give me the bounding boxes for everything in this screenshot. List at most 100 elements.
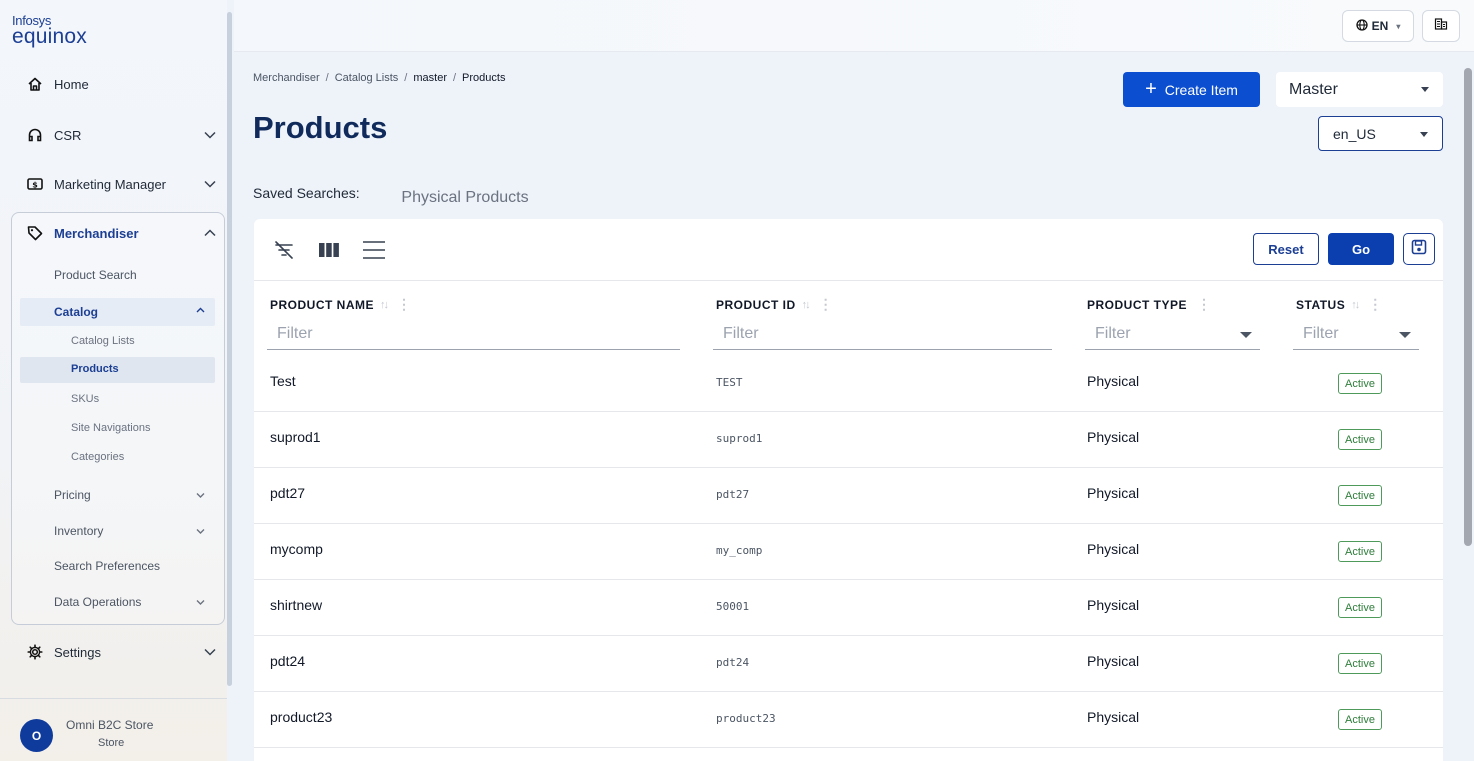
caret-down-icon <box>1421 87 1429 92</box>
breadcrumb-master[interactable]: master <box>413 72 447 84</box>
sidebar-sub-data-operations[interactable]: Data Operations <box>54 595 141 609</box>
infosys-equinox-logo[interactable]: Infosys equinox <box>12 14 87 47</box>
table-row[interactable]: Test TEST Physical Active <box>254 356 1443 412</box>
save-search-button[interactable] <box>1403 233 1435 265</box>
column-title: PRODUCT NAME <box>270 297 374 312</box>
cell-product-name[interactable]: product23 <box>270 709 332 725</box>
column-header-product-id[interactable]: PRODUCT ID ↑↓ ⋮ <box>716 296 833 313</box>
sidebar-footer-divider <box>0 698 227 699</box>
store-name[interactable]: Omni B2C Store <box>66 718 153 732</box>
cell-product-name[interactable]: Test <box>270 373 296 389</box>
status-badge: Active <box>1338 541 1382 562</box>
status-badge: Active <box>1338 597 1382 618</box>
cell-product-type: Physical <box>1087 485 1140 501</box>
filter-product-type[interactable]: Filter <box>1085 319 1260 350</box>
breadcrumb: Merchandiser / Catalog Lists / master / Produc… <box>253 72 506 84</box>
table-row[interactable]: suprod1 suprod1 Physical Active <box>254 412 1443 468</box>
sidebar-item-label: Home <box>54 76 89 92</box>
go-button[interactable]: Go <box>1328 233 1394 265</box>
catalog-select-value: Master <box>1289 80 1338 98</box>
locale-select[interactable]: en_US <box>1318 116 1443 151</box>
chevron-down-icon <box>196 526 205 537</box>
chevron-down-icon <box>198 131 222 139</box>
sidebar-sub-products[interactable]: Products <box>71 363 119 375</box>
cell-product-type: Physical <box>1087 541 1140 557</box>
cell-product-type: Physical <box>1087 429 1140 445</box>
density-icon[interactable] <box>361 237 387 263</box>
home-icon <box>24 73 46 95</box>
column-menu-icon[interactable]: ⋮ <box>397 296 412 313</box>
cell-product-type: Physical <box>1087 709 1140 725</box>
sidebar-scrollbar[interactable] <box>227 8 233 690</box>
cell-product-name[interactable]: pdt24 <box>270 653 305 669</box>
saved-search-physical-products[interactable]: Physical Products <box>383 178 547 218</box>
table-row[interactable]: pdt27 pdt27 Physical Active <box>254 468 1443 524</box>
column-menu-icon[interactable]: ⋮ <box>1197 296 1212 313</box>
caret-down-icon <box>1240 332 1252 338</box>
toolbar-divider <box>254 280 1443 281</box>
cell-product-id: pdt27 <box>716 488 750 501</box>
filter-status[interactable]: Filter <box>1293 319 1419 350</box>
language-button[interactable]: EN ▾ <box>1342 10 1414 42</box>
sort-icon[interactable]: ↑↓ <box>380 299 389 311</box>
sort-icon[interactable]: ↑↓ <box>802 299 811 311</box>
create-item-button[interactable]: + Create Item <box>1123 72 1260 107</box>
cell-product-name[interactable]: suprod1 <box>270 429 321 445</box>
reset-button[interactable]: Reset <box>1253 233 1319 265</box>
columns-icon[interactable] <box>316 237 342 263</box>
cell-product-type: Physical <box>1087 597 1140 613</box>
sidebar-sub-search-preferences[interactable]: Search Preferences <box>54 559 160 573</box>
cell-product-id: my_comp <box>716 544 763 557</box>
clear-filter-icon[interactable] <box>271 237 297 263</box>
table-row[interactable]: shirtnew 50001 Physical Active <box>254 580 1443 636</box>
column-menu-icon[interactable]: ⋮ <box>1368 296 1383 313</box>
chevron-down-icon <box>198 648 222 656</box>
sidebar-item-merchandiser[interactable]: Merchandiser <box>10 213 224 253</box>
column-header-product-name[interactable]: PRODUCT NAME ↑↓ ⋮ <box>270 296 412 313</box>
create-item-label: Create Item <box>1164 81 1238 98</box>
sidebar-item-label: Marketing Manager <box>54 176 166 192</box>
sort-icon[interactable]: ↑↓ <box>1351 299 1360 311</box>
chevron-down-icon <box>196 597 205 608</box>
cell-product-name[interactable]: mycomp <box>270 541 323 557</box>
sidebar-item-marketing-manager[interactable]: $ Marketing Manager <box>10 164 224 204</box>
cell-product-name[interactable]: pdt27 <box>270 485 305 501</box>
globe-icon <box>1356 18 1368 34</box>
sidebar-sub-product-search[interactable]: Product Search <box>54 268 137 282</box>
catalog-select[interactable]: Master <box>1276 72 1443 107</box>
column-menu-icon[interactable]: ⋮ <box>819 296 834 313</box>
sidebar-sub-catalog-row[interactable] <box>20 298 215 326</box>
column-header-status[interactable]: STATUS ↑↓ ⋮ <box>1296 296 1383 313</box>
filter-product-name[interactable]: Filter <box>267 319 680 350</box>
cell-product-type: Physical <box>1087 373 1140 389</box>
sidebar-item-csr[interactable]: CSR <box>10 115 224 155</box>
sidebar-sub-catalog[interactable]: Catalog <box>54 305 98 319</box>
chevron-up-icon <box>198 229 222 237</box>
status-badge: Active <box>1338 373 1382 394</box>
apps-button[interactable] <box>1422 10 1460 42</box>
sidebar-sub-site-navigations[interactable]: Site Navigations <box>71 422 151 434</box>
breadcrumb-merchandiser[interactable]: Merchandiser <box>253 72 320 84</box>
cell-product-name[interactable]: shirtnew <box>270 597 322 613</box>
sidebar-sub-catalog-lists[interactable]: Catalog Lists <box>71 335 135 347</box>
dollar-card-icon: $ <box>24 173 46 195</box>
sidebar-sub-pricing[interactable]: Pricing <box>54 488 91 502</box>
main-scrollbar[interactable] <box>1462 58 1474 761</box>
table-row[interactable]: product23 product23 Physical Active <box>254 692 1443 748</box>
filter-product-id[interactable]: Filter <box>713 319 1052 350</box>
language-label: EN <box>1371 19 1389 33</box>
sidebar-item-home[interactable]: Home <box>10 64 224 104</box>
column-header-product-type[interactable]: PRODUCT TYPE ⋮ <box>1087 296 1212 313</box>
sidebar-item-label: CSR <box>54 127 82 143</box>
table-row[interactable]: mycomp my_comp Physical Active <box>254 524 1443 580</box>
sidebar-sub-categories[interactable]: Categories <box>71 451 124 463</box>
chevron-down-icon <box>196 490 205 501</box>
caret-down-icon: ▾ <box>1396 21 1401 31</box>
column-title: PRODUCT ID <box>716 297 796 312</box>
sidebar-item-settings[interactable]: Settings <box>10 632 224 672</box>
sidebar-sub-skus[interactable]: SKUs <box>71 393 99 405</box>
store-avatar[interactable]: O <box>20 719 53 752</box>
sidebar-sub-inventory[interactable]: Inventory <box>54 524 103 538</box>
table-row[interactable]: pdt24 pdt24 Physical Active <box>254 636 1443 692</box>
breadcrumb-catalog-lists[interactable]: Catalog Lists <box>335 72 399 84</box>
